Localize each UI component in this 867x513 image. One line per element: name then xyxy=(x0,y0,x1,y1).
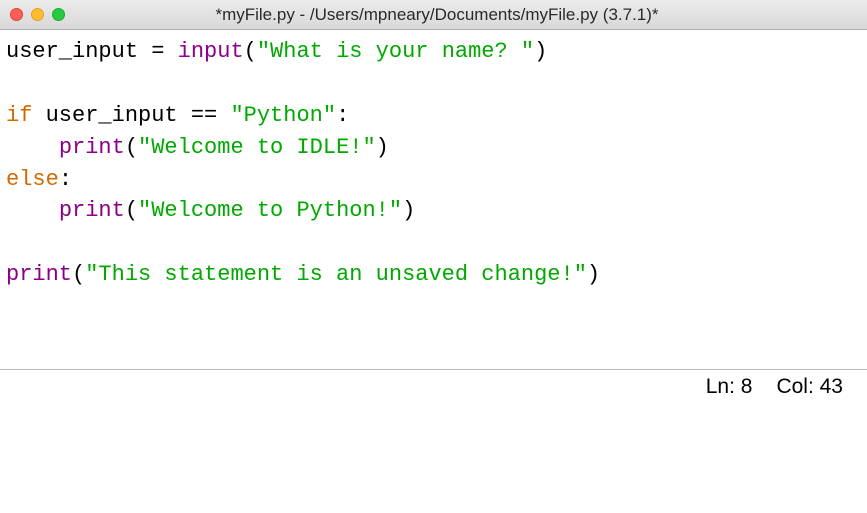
code-line: print("This statement is an unsaved chan… xyxy=(6,262,600,287)
code-editor[interactable]: user_input = input("What is your name? "… xyxy=(0,30,867,370)
line-indicator: Ln: 8 xyxy=(706,375,753,399)
code-line: print("Welcome to Python!") xyxy=(6,198,415,223)
window-title: *myFile.py - /Users/mpneary/Documents/my… xyxy=(17,5,857,25)
code-line: print("Welcome to IDLE!") xyxy=(6,135,389,160)
titlebar: *myFile.py - /Users/mpneary/Documents/my… xyxy=(0,0,867,30)
code-line: else: xyxy=(6,167,72,192)
code-line: if user_input == "Python": xyxy=(6,103,349,128)
code-line: user_input = input("What is your name? "… xyxy=(6,39,547,64)
column-indicator: Col: 43 xyxy=(776,375,843,399)
status-bar: Ln: 8 Col: 43 xyxy=(0,370,867,400)
